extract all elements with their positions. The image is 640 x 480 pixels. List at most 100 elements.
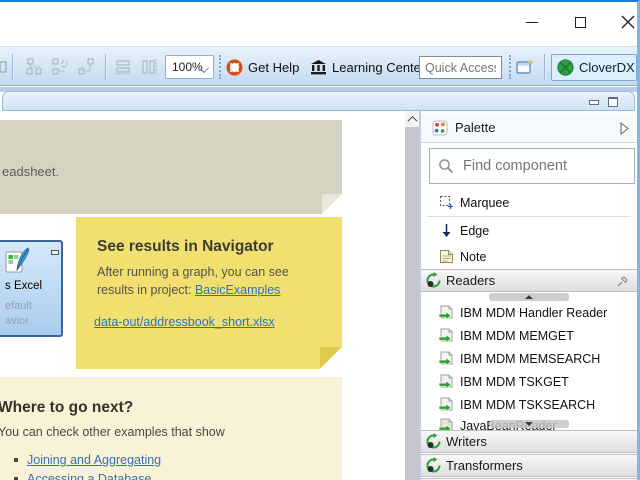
palette-scroll-down-button[interactable] [489, 420, 569, 428]
note-body-line2-prefix: results in project: [97, 283, 195, 297]
title-bar [0, 2, 637, 46]
graph-editor-canvas[interactable]: eadsheet. s Excel efault avior See resul… [0, 111, 405, 480]
cloverdx-perspective-button[interactable]: CloverDX [551, 54, 637, 81]
toolbar-separator [544, 54, 546, 80]
zoom-level-select[interactable]: 100% [165, 55, 214, 79]
view-header-bar [2, 91, 635, 111]
toolbar-partial-icon[interactable] [0, 56, 8, 78]
view-maximize-icon [608, 97, 618, 107]
quick-access-input[interactable] [419, 56, 502, 79]
palette-header[interactable]: Palette [421, 113, 637, 143]
toolbar-separator [12, 54, 14, 80]
where-next-note[interactable]: Where to go next? You can check other ex… [0, 377, 342, 480]
perspective-icon [516, 59, 535, 74]
reader-icon [438, 351, 454, 366]
layout-grid-icon[interactable] [76, 56, 98, 78]
palette-item-reader[interactable]: IBM MDM TSKSEARCH [421, 393, 637, 416]
addressbook-file-link[interactable]: data-out/addressbook_short.xlsx [94, 315, 275, 329]
window-maximize-button[interactable] [565, 10, 595, 34]
search-icon [439, 159, 454, 174]
window-close-button[interactable] [613, 10, 637, 34]
find-component-input[interactable] [461, 157, 621, 175]
basic-examples-link[interactable]: BasicExamples [195, 283, 280, 297]
get-help-label: Get Help [248, 60, 300, 75]
reader-icon [438, 374, 454, 389]
component-label: s Excel [5, 280, 43, 292]
palette-section-transformers[interactable]: Transformers [421, 454, 637, 477]
tan-sticky-note[interactable]: eadsheet. [0, 120, 342, 214]
palette-item-reader[interactable]: IBM MDM Handler Reader [421, 301, 637, 324]
joining-aggregating-link[interactable]: Joining and Aggregating [27, 453, 161, 467]
life-ring-icon [226, 59, 243, 76]
palette-item-label: IBM MDM MEMGET [460, 328, 574, 343]
component-subtext-1: efault [5, 300, 32, 312]
palette-section-writers[interactable]: Writers [421, 430, 637, 453]
view-maximize-button[interactable] [606, 96, 620, 108]
triangle-down-icon [525, 422, 533, 426]
section-label: Transformers [446, 458, 523, 473]
palette-tool-label: Note [460, 249, 487, 264]
palette-tool-edge[interactable]: Edge [421, 218, 637, 243]
transformers-category-icon [426, 457, 441, 473]
window-minimize-button[interactable] [517, 10, 547, 34]
note-body-line2: results in project: BasicExamples [97, 283, 280, 297]
note-intro-text: You can check other examples that show [0, 425, 225, 439]
section-label: Writers [446, 434, 487, 449]
palette-item-label: IBM MDM TSKGET [460, 374, 569, 389]
pin-icon[interactable] [616, 275, 629, 288]
note-folded-corner [320, 347, 342, 369]
tan-note-text: eadsheet. [2, 164, 60, 179]
palette-tool-note[interactable]: Note [421, 244, 637, 269]
cloverdx-logo-icon [557, 59, 574, 76]
chevron-right-icon[interactable] [620, 122, 629, 135]
open-perspective-button[interactable] [514, 56, 536, 78]
palette-section-readers[interactable]: Readers [421, 269, 637, 292]
distribute-columns-icon[interactable] [138, 56, 160, 78]
palette-tool-label: Marquee [460, 195, 510, 210]
palette-tool-marquee[interactable]: Marquee [421, 190, 637, 215]
chevron-up-icon [407, 115, 417, 126]
list-item: Joining and Aggregating [14, 453, 161, 467]
learning-center-button[interactable]: Learning Center [310, 55, 425, 80]
palette-scroll-up-button[interactable] [489, 293, 569, 301]
component-subtext-2: avior [5, 315, 29, 327]
zoom-level-value: 100% [172, 60, 203, 74]
navigator-sticky-note[interactable]: See results in Navigator After running a… [76, 217, 342, 369]
palette-item-reader[interactable]: IBM MDM MEMGET [421, 324, 637, 347]
palette-item-label: IBM MDM MEMSEARCH [460, 351, 601, 366]
writers-category-icon [426, 433, 441, 449]
palette-item-reader[interactable]: IBM MDM TSKGET [421, 370, 637, 393]
get-help-button[interactable]: Get Help [226, 55, 299, 80]
canvas-vertical-scrollbar[interactable] [405, 111, 419, 480]
view-minimize-button[interactable] [587, 96, 601, 108]
list-item: Accessing a Database [14, 472, 161, 480]
palette-panel: Palette Marquee Edge [419, 111, 637, 480]
distribute-rows-icon[interactable] [112, 56, 134, 78]
note-body-line1: After running a graph, you can see [97, 265, 289, 279]
scrollbar-up-button[interactable] [405, 111, 419, 127]
note-title: Where to go next? [0, 399, 134, 416]
palette-item-label: IBM MDM Handler Reader [460, 305, 608, 320]
minimize-icon [526, 21, 538, 23]
palette-item-label: IBM MDM TSKSEARCH [460, 397, 596, 412]
view-minimize-icon [589, 99, 599, 105]
reader-icon [438, 305, 454, 320]
file-link-row: data-out/addressbook_short.xlsx [94, 315, 275, 329]
edge-icon [438, 223, 454, 238]
layout-flow-icon[interactable] [50, 56, 72, 78]
accessing-database-link[interactable]: Accessing a Database [27, 472, 151, 480]
palette-separator [427, 216, 631, 217]
scrollbar-thumb[interactable] [405, 127, 419, 480]
component-port[interactable] [51, 250, 59, 255]
toolbar-drag-handle [219, 55, 221, 79]
example-links-list: Joining and Aggregating Accessing a Data… [14, 453, 161, 480]
close-icon [621, 15, 635, 29]
find-component-box[interactable] [429, 148, 635, 184]
cloverdx-perspective-label: CloverDX [579, 60, 635, 75]
palette-title: Palette [455, 120, 496, 135]
toolbar-drag-handle [509, 55, 511, 79]
palette-tool-label: Edge [460, 223, 490, 238]
palette-item-reader[interactable]: IBM MDM MEMSEARCH [421, 347, 637, 370]
layout-tree-icon[interactable] [24, 56, 46, 78]
spreadsheet-writer-component[interactable]: s Excel efault avior [0, 240, 63, 337]
